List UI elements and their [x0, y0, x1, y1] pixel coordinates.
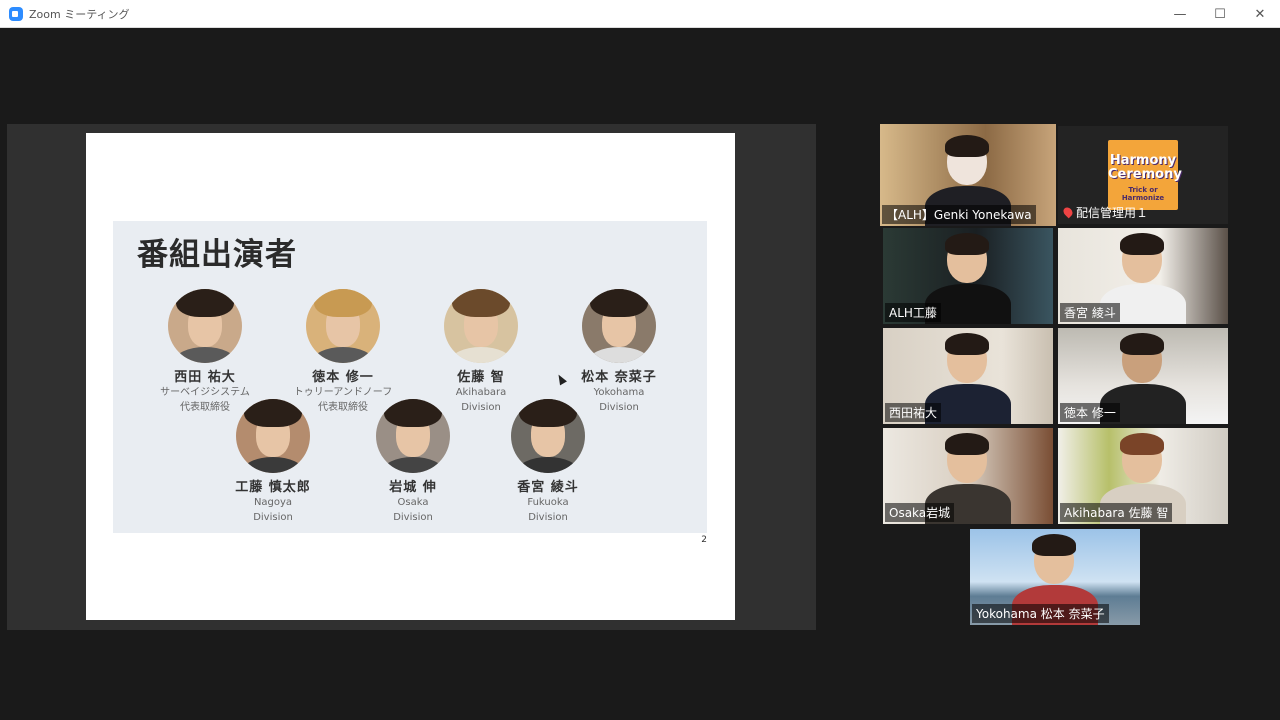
- cast-member: 佐藤 智 Akihabara Division: [426, 289, 536, 415]
- video-tile[interactable]: 徳本 修一: [1058, 328, 1228, 424]
- cast-member: 徳本 修一 トゥリーアンドノーフ 代表取締役: [288, 289, 398, 415]
- cast-name: 工藤 慎太郎: [235, 480, 311, 495]
- cast-name: 松本 奈菜子: [581, 370, 657, 385]
- video-tile[interactable]: 香宮 綾斗: [1058, 228, 1228, 324]
- cast-company: トゥリーアンドノーフ: [293, 387, 393, 398]
- zoom-app-icon: [9, 6, 23, 21]
- slide-panel: 番組出演者 西田 祐大 サーベイジシステム 代表取締役 徳本 修一 トゥリーアン…: [113, 221, 707, 533]
- participant-name: 【ALH】Genki Yonekawa: [882, 205, 1036, 224]
- cast-division-label: Division: [253, 512, 293, 523]
- cast-member: 松本 奈菜子 Yokohama Division: [564, 289, 674, 415]
- pin-icon: [1061, 205, 1075, 219]
- cast-photo: [376, 399, 450, 473]
- video-tile[interactable]: Harmony Ceremony Trick or Harmonize 配信管理…: [1058, 126, 1228, 224]
- cast-photo: [236, 399, 310, 473]
- cast-division: Osaka: [397, 497, 429, 508]
- close-button[interactable]: ✕: [1240, 0, 1280, 28]
- cast-member: 香宮 綾斗 Fukuoka Division: [493, 399, 603, 525]
- cast-division-label: Division: [393, 512, 433, 523]
- presentation-slide: 番組出演者 西田 祐大 サーベイジシステム 代表取締役 徳本 修一 トゥリーアン…: [86, 133, 735, 620]
- cast-division: Akihabara: [455, 387, 507, 398]
- window-titlebar: Zoom ミーティング — ☐ ✕: [0, 0, 1280, 28]
- harmony-ceremony-logo: Harmony Ceremony Trick or Harmonize: [1108, 140, 1182, 210]
- video-tile[interactable]: Yokohama 松本 奈菜子: [970, 529, 1140, 625]
- participant-name: Yokohama 松本 奈菜子: [972, 604, 1109, 623]
- cast-photo: [511, 399, 585, 473]
- participant-name: 西田祐大: [885, 403, 942, 422]
- cast-name: 岩城 伸: [389, 480, 437, 495]
- participant-name: 香宮 綾斗: [1060, 303, 1120, 322]
- cast-member: 岩城 伸 Osaka Division: [358, 399, 468, 525]
- video-tile[interactable]: ALH工藤: [883, 228, 1053, 324]
- cast-name: 西田 祐大: [174, 370, 236, 385]
- cast-company: サーベイジシステム: [160, 387, 250, 398]
- slide-title: 番組出演者: [137, 237, 297, 273]
- cast-member: 工藤 慎太郎 Nagoya Division: [218, 399, 328, 525]
- cast-name: 佐藤 智: [457, 370, 505, 385]
- maximize-button[interactable]: ☐: [1200, 0, 1240, 28]
- video-tile[interactable]: Akihabara 佐藤 智: [1058, 428, 1228, 524]
- cast-name: 香宮 綾斗: [517, 480, 579, 495]
- video-tile[interactable]: 西田祐大: [883, 328, 1053, 424]
- cast-division: Fukuoka: [527, 497, 569, 508]
- window-controls: — ☐ ✕: [1160, 0, 1280, 28]
- cast-division: Yokohama: [593, 387, 645, 398]
- video-tile[interactable]: Osaka岩城: [883, 428, 1053, 524]
- participant-name: 徳本 修一: [1060, 403, 1120, 422]
- cast-photo: [582, 289, 656, 363]
- participant-name: 配信管理用１: [1060, 203, 1152, 222]
- slide-page-number: 2: [701, 535, 707, 545]
- cast-photo: [168, 289, 242, 363]
- minimize-button[interactable]: —: [1160, 0, 1200, 28]
- cast-division: Nagoya: [253, 497, 293, 508]
- cast-member: 西田 祐大 サーベイジシステム 代表取締役: [150, 289, 260, 415]
- window-title: Zoom ミーティング: [29, 7, 130, 21]
- cast-division-label: Division: [528, 512, 568, 523]
- cast-photo: [306, 289, 380, 363]
- cast-photo: [444, 289, 518, 363]
- participant-name: ALH工藤: [885, 303, 941, 322]
- cast-name: 徳本 修一: [312, 370, 374, 385]
- participant-name: Osaka岩城: [885, 503, 955, 522]
- participant-name: Akihabara 佐藤 智: [1060, 503, 1173, 522]
- shared-screen[interactable]: 番組出演者 西田 祐大 サーベイジシステム 代表取締役 徳本 修一 トゥリーアン…: [7, 124, 816, 630]
- video-tile-active-speaker[interactable]: 【ALH】Genki Yonekawa: [880, 124, 1056, 226]
